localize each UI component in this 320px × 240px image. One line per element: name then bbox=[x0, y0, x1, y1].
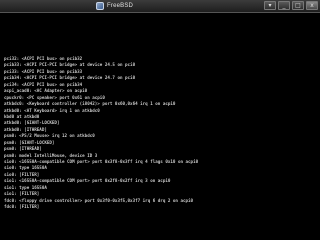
console-line: fdc0: [FILTER] bbox=[4, 204, 40, 210]
maximize-button[interactable]: □ bbox=[292, 1, 304, 10]
minimize-button[interactable]: _ bbox=[278, 1, 290, 10]
console-screen[interactable]: pci32: <ACPI PCI bus> on pcib32 pcib33: … bbox=[0, 13, 320, 240]
console-output: pci32: <ACPI PCI bus> on pcib32 pcib33: … bbox=[4, 56, 316, 211]
vm-app-icon bbox=[96, 2, 104, 10]
window-menu-button[interactable]: ▾ bbox=[264, 1, 276, 10]
window-title-bar[interactable]: FreeBSD ▾ _ □ x bbox=[0, 0, 320, 13]
close-button[interactable]: x bbox=[306, 1, 318, 10]
window-title: FreeBSD bbox=[107, 3, 134, 9]
window-title-group: FreeBSD bbox=[96, 1, 133, 11]
window-controls: ▾ _ □ x bbox=[264, 1, 318, 10]
